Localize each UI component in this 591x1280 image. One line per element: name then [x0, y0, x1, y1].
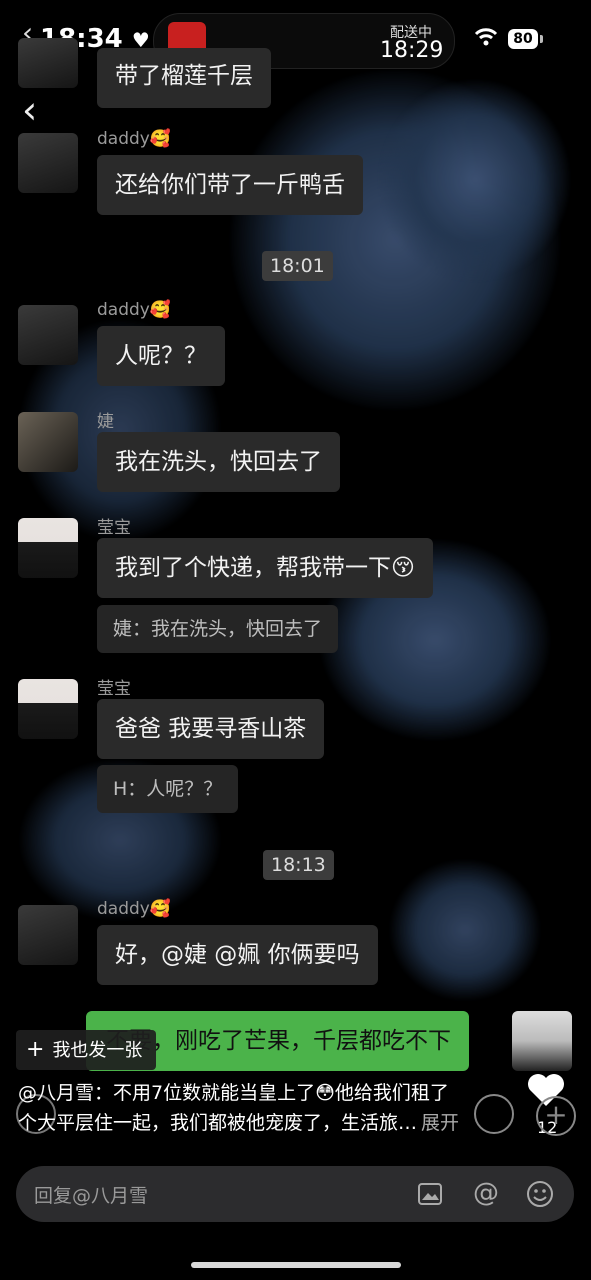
battery-tip: [540, 35, 543, 43]
avatar[interactable]: [18, 38, 78, 88]
butterfly-decor: [380, 80, 570, 280]
sender-name: daddy🥰: [97, 899, 172, 919]
caption-line: @八月雪：不用7位数就能当皇上了😳他给我们租了: [18, 1082, 449, 1104]
avatar[interactable]: [18, 905, 78, 965]
delivery-time: 18:29: [380, 38, 444, 63]
sender-name: daddy🥰: [97, 300, 172, 320]
image-icon[interactable]: [416, 1180, 444, 1208]
message-bubble[interactable]: 爸爸 我要寻香山茶: [97, 699, 325, 759]
sender-name: 莹宝: [97, 518, 131, 538]
emoji-icon[interactable]: [526, 1180, 554, 1208]
message-bubble[interactable]: 还给你们带了一斤鸭舌: [97, 155, 363, 215]
at-icon[interactable]: @: [471, 1178, 501, 1208]
back-button[interactable]: ‹: [22, 90, 37, 130]
my-avatar[interactable]: [512, 1011, 572, 1071]
quoted-message[interactable]: 婕：我在洗头，快回去了: [97, 605, 339, 653]
post-one-button[interactable]: + 我也发一张: [16, 1030, 156, 1070]
message-bubble[interactable]: 我在洗头，快回去了: [97, 432, 340, 492]
reply-input[interactable]: 回复@八月雪 @: [16, 1166, 574, 1222]
reply-placeholder: 回复@八月雪: [34, 1185, 149, 1207]
timestamp: 18:01: [262, 251, 333, 281]
avatar[interactable]: [18, 305, 78, 365]
sender-name: 婕: [97, 412, 114, 432]
message-bubble[interactable]: 带了榴莲千层: [97, 48, 271, 108]
expand-link[interactable]: 展开: [421, 1112, 459, 1134]
avatar[interactable]: [18, 518, 78, 578]
caption-line: 个大平层住一起，我们都被他宠废了，生活旅… 展开: [18, 1112, 460, 1134]
post-caption[interactable]: @八月雪：不用7位数就能当皇上了😳他给我们租了 个大平层住一起，我们都被他宠废了…: [18, 1078, 498, 1138]
quoted-message[interactable]: H：人呢？？: [97, 765, 239, 813]
add-icon[interactable]: +: [536, 1096, 576, 1136]
timestamp: 18:13: [263, 850, 334, 880]
battery-icon: 80: [508, 29, 538, 49]
home-indicator[interactable]: [191, 1262, 401, 1268]
butterfly-decor: [390, 860, 540, 1000]
message-bubble[interactable]: 人呢？？: [97, 326, 225, 386]
avatar[interactable]: [18, 679, 78, 739]
sender-name: 莹宝: [97, 679, 131, 699]
avatar[interactable]: [18, 133, 78, 193]
message-bubble[interactable]: 好，@婕 @姵 你俩要吗: [97, 925, 378, 985]
message-bubble[interactable]: 我到了个快递，帮我带一下😚: [97, 538, 433, 598]
wifi-icon: [474, 28, 498, 46]
sender-name: daddy🥰: [97, 129, 172, 149]
avatar[interactable]: [18, 412, 78, 472]
